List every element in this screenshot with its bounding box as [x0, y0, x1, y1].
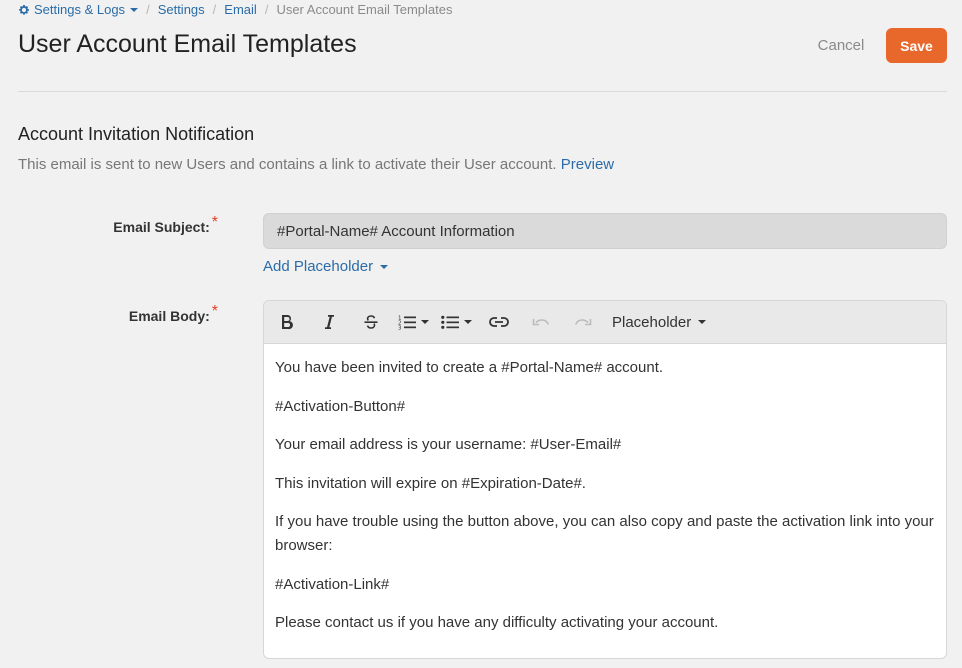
breadcrumb-separator: /: [212, 2, 217, 17]
email-body-label-text: Email Body:: [128, 308, 210, 324]
placeholder-dropdown-label: Placeholder: [612, 313, 692, 331]
strikethrough-button[interactable]: [356, 307, 386, 337]
email-body-editor: 1 2 3 Placeholder You have been invited …: [263, 300, 947, 659]
gear-icon: [19, 5, 29, 15]
add-placeholder-dropdown[interactable]: Add Placeholder: [263, 258, 389, 275]
required-marker: *: [211, 303, 218, 320]
svg-text:3: 3: [398, 326, 402, 331]
undo-icon: [532, 319, 550, 326]
breadcrumb-current: User Account Email Templates: [276, 2, 453, 17]
chevron-down-icon: [464, 320, 472, 324]
email-subject-input[interactable]: [263, 213, 947, 249]
undo-button[interactable]: [526, 307, 556, 337]
redo-icon: [574, 319, 592, 326]
body-paragraph: You have been invited to create a #Porta…: [275, 359, 664, 376]
page: Settings & Logs / Settings / Email / Use…: [0, 0, 962, 668]
breadcrumb-separator: /: [264, 2, 269, 17]
body-paragraph: #Activation-Button#: [275, 397, 406, 415]
chevron-down-icon: [380, 264, 389, 269]
section-description: This email is sent to new Users and cont…: [18, 156, 614, 173]
strikethrough-icon: [364, 315, 378, 329]
preview-link[interactable]: Preview: [561, 156, 614, 173]
breadcrumb-separator: /: [146, 2, 150, 17]
bold-icon: [282, 315, 293, 330]
redo-button[interactable]: [568, 307, 598, 337]
body-paragraph: Please contact us if you have any diffic…: [275, 614, 719, 631]
required-marker: *: [211, 214, 218, 231]
body-paragraph: Your email address is your username: #Us…: [275, 436, 622, 453]
chevron-down-icon: [421, 320, 429, 324]
bold-button[interactable]: [272, 307, 302, 337]
link-icon: [489, 317, 509, 327]
chevron-down-icon: [130, 8, 139, 12]
email-body-label: Email Body: *: [18, 303, 218, 326]
add-placeholder-label: Add Placeholder: [263, 258, 374, 275]
ordered-list-dropdown[interactable]: 1 2 3: [398, 307, 429, 337]
body-paragraph: #Activation-Link#: [275, 575, 390, 593]
breadcrumb-label: Settings & Logs: [34, 2, 126, 17]
placeholder-dropdown[interactable]: Placeholder: [612, 307, 707, 337]
email-subject-label-text: Email Subject:: [113, 219, 210, 235]
section-description-text: This email is sent to new Users and cont…: [18, 156, 557, 173]
chevron-down-icon: [698, 320, 707, 324]
breadcrumb-email[interactable]: Email: [224, 2, 257, 18]
section-title: Account Invitation Notification: [18, 124, 255, 144]
link-button[interactable]: [484, 307, 514, 337]
email-subject-label: Email Subject: *: [18, 214, 218, 237]
italic-button[interactable]: [314, 307, 344, 337]
body-paragraph: If you have trouble using the button abo…: [275, 513, 934, 554]
unordered-list-dropdown[interactable]: [441, 307, 472, 337]
breadcrumb: Settings & Logs / Settings / Email / Use…: [18, 2, 453, 18]
cancel-button[interactable]: Cancel: [806, 30, 876, 60]
save-button[interactable]: Save: [886, 28, 947, 63]
divider: [18, 91, 947, 92]
italic-icon: [325, 315, 334, 329]
ordered-list-icon: 1 2 3: [398, 316, 416, 331]
breadcrumb-settings[interactable]: Settings: [158, 2, 205, 18]
breadcrumb-settings-logs[interactable]: Settings & Logs: [18, 2, 139, 18]
editor-content[interactable]: You have been invited to create a #Porta…: [264, 344, 946, 658]
editor-toolbar: 1 2 3 Placeholder: [264, 301, 946, 344]
body-paragraph: This invitation will expire on #Expirati…: [275, 474, 586, 492]
unordered-list-icon: [441, 315, 459, 329]
page-title: User Account Email Templates: [18, 30, 357, 58]
